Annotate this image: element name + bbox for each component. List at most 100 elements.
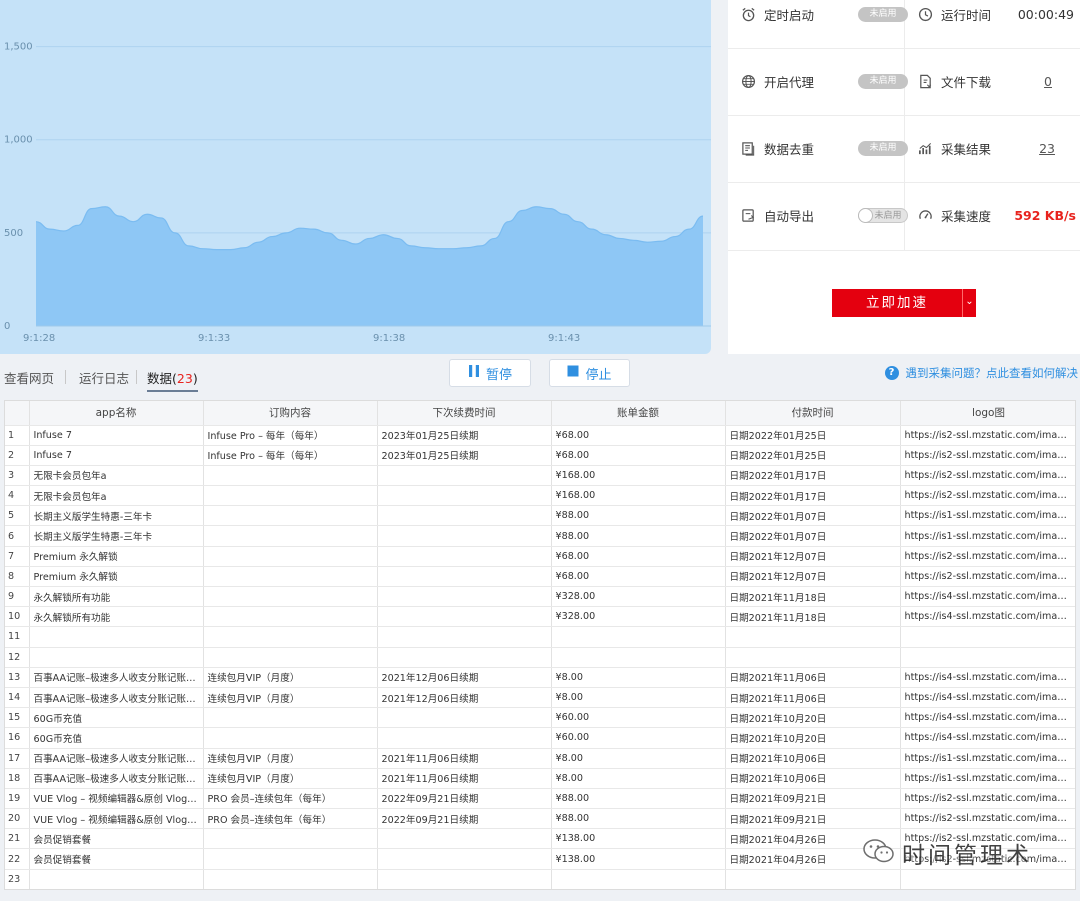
- data-table: app名称 订购内容 下次续费时间 账单金额 付款时间 logo图 1 Infuse 7 In…: [5, 401, 1075, 889]
- row-index: 2: [5, 445, 30, 466]
- table-cell: [377, 525, 552, 547]
- table-cell: 日期2021年11月18日: [725, 606, 901, 628]
- table-cell: [377, 505, 552, 527]
- table-row[interactable]: 10 永久解锁所有功能 ¥328.00 日期2021年11月18日 https://is…: [5, 606, 1075, 628]
- scheduled-start-setting[interactable]: 定时启动 未启用: [740, 0, 908, 48]
- dedupe-badge[interactable]: 未启用: [858, 141, 908, 156]
- speedometer-icon: [917, 208, 933, 224]
- boost-dropdown-button[interactable]: ⌄: [962, 289, 976, 317]
- tab-data-count: 23: [176, 371, 193, 386]
- table-row[interactable]: 6 长期主义版学生特惠-三年卡 ¥88.00 日期2022年01月07日 https:/…: [5, 525, 1075, 547]
- proxy-badge[interactable]: 未启用: [858, 74, 908, 89]
- table-cell: [551, 626, 726, 648]
- table-row[interactable]: 4 无限卡会员包年a ¥168.00 日期2022年01月17日 https://is2…: [5, 485, 1075, 507]
- table-row[interactable]: 5 长期主义版学生特惠-三年卡 ¥88.00 日期2022年01月07日 https:/…: [5, 505, 1075, 527]
- column-header[interactable]: 付款时间: [725, 401, 901, 426]
- row-index: 21: [5, 828, 30, 850]
- table-cell: 2021年12月06日续期: [377, 687, 552, 709]
- auto-export-label: 自动导出: [764, 209, 815, 224]
- table-row[interactable]: 8 Premium 永久解锁 ¥68.00 日期2021年12月07日 https://…: [5, 566, 1075, 588]
- table-cell: 60G币充值: [29, 707, 204, 729]
- table-row[interactable]: 13 百事AA记账–极速多人收支分账记账App 连续包月VIP（月度） 2021年12…: [5, 667, 1075, 688]
- column-header[interactable]: logo图: [900, 401, 1075, 426]
- column-header[interactable]: 订购内容: [203, 401, 378, 426]
- tab-run-log[interactable]: 运行日志: [79, 368, 129, 387]
- table-row[interactable]: 16 60G币充值 ¥60.00 日期2021年10月20日 https://is4-s…: [5, 727, 1075, 749]
- table-cell: 无限卡会员包年a: [29, 485, 204, 507]
- row-index: 15: [5, 707, 30, 729]
- table-cell: ¥8.00: [551, 748, 726, 769]
- auto-export-setting[interactable]: 自动导出 未启用: [740, 182, 908, 249]
- tab-data-label: 数据: [147, 371, 173, 386]
- table-cell: 日期2022年01月07日: [725, 505, 901, 527]
- y-tick-label: 500: [4, 228, 23, 239]
- table-cell: [203, 626, 378, 648]
- row-index: 18: [5, 768, 30, 789]
- dedupe-icon: [740, 141, 756, 157]
- table-row[interactable]: 12: [5, 647, 1075, 668]
- column-header[interactable]: [5, 401, 30, 426]
- tab-data[interactable]: 数据(23): [147, 368, 198, 392]
- run-time-stat: 运行时间 00:00:49: [917, 0, 1080, 48]
- table-cell: [377, 586, 552, 608]
- stop-button[interactable]: 停止: [549, 359, 630, 387]
- table-cell: https://is1-ssl.mzstatic.com/image/thumb…: [900, 505, 1075, 527]
- table-row[interactable]: 7 Premium 永久解锁 ¥68.00 日期2021年12月07日 https://…: [5, 546, 1075, 567]
- table-cell: [203, 869, 378, 889]
- column-header[interactable]: 账单金额: [551, 401, 726, 426]
- dedupe-setting[interactable]: 数据去重 未启用: [740, 115, 908, 182]
- table-row[interactable]: 19 VUE Vlog – 视频编辑器&原创 Vlog 社区 PRO 会员–连续包年…: [5, 788, 1075, 810]
- x-tick-label: 9:1:38: [373, 333, 405, 344]
- table-row[interactable]: 17 百事AA记账–极速多人收支分账记账App 连续包月VIP（月度） 2021年11…: [5, 748, 1075, 769]
- table-cell: [377, 566, 552, 588]
- table-cell: 连续包月VIP（月度）: [203, 748, 378, 769]
- results-value[interactable]: 23: [1039, 141, 1055, 156]
- table-row[interactable]: 15 60G币充值 ¥60.00 日期2021年10月20日 https://is4-s…: [5, 707, 1075, 729]
- table-cell: 2022年09月21日续期: [377, 788, 552, 810]
- proxy-setting[interactable]: 开启代理 未启用: [740, 48, 908, 115]
- scheduled-start-badge[interactable]: 未启用: [858, 7, 908, 22]
- table-cell: 2021年11月06日续期: [377, 748, 552, 769]
- table-row[interactable]: 23: [5, 869, 1075, 889]
- table-cell: 日期2021年10月06日: [725, 768, 901, 789]
- table-row[interactable]: 14 百事AA记账–极速多人收支分账记账App 连续包月VIP（月度） 2021年12…: [5, 687, 1075, 709]
- table-row[interactable]: 2 Infuse 7 Infuse Pro – 每年（每年） 2023年01月25日续…: [5, 445, 1075, 466]
- table-cell: [377, 727, 552, 749]
- table-cell: [725, 869, 901, 889]
- table-cell: 日期2022年01月25日: [725, 445, 901, 466]
- table-cell: ¥60.00: [551, 707, 726, 729]
- table-cell: Premium 永久解锁: [29, 566, 204, 588]
- table-cell: Infuse Pro – 每年（每年）: [203, 445, 378, 466]
- watermark-text: 时间管理术: [902, 843, 1032, 869]
- table-cell: [377, 485, 552, 507]
- row-index: 20: [5, 808, 30, 830]
- tab-view-page[interactable]: 查看网页: [4, 368, 54, 387]
- table-row[interactable]: 20 VUE Vlog – 视频编辑器&原创 Vlog 社区 PRO 会员–连续包年…: [5, 808, 1075, 830]
- file-download-value[interactable]: 0: [1044, 74, 1052, 89]
- table-cell: [203, 485, 378, 507]
- table-cell: ¥168.00: [551, 485, 726, 507]
- table-row[interactable]: 11: [5, 626, 1075, 648]
- table-cell: [203, 707, 378, 729]
- pause-button[interactable]: 暂停: [449, 359, 531, 387]
- table-row[interactable]: 1 Infuse 7 Infuse Pro – 每年（每年） 2023年01月25日续…: [5, 425, 1075, 446]
- table-cell: 会员促销套餐: [29, 828, 204, 850]
- table-cell: [377, 647, 552, 668]
- help-link[interactable]: ? 遇到采集问题？点此查看如何解决: [884, 365, 1078, 381]
- table-cell: [29, 626, 204, 648]
- data-table-container[interactable]: app名称 订购内容 下次续费时间 账单金额 付款时间 logo图 1 Infuse 7 In…: [4, 400, 1076, 890]
- row-index: 5: [5, 505, 30, 527]
- table-cell: 日期2022年01月25日: [725, 425, 901, 446]
- column-header[interactable]: app名称: [29, 401, 204, 426]
- table-cell: [377, 546, 552, 567]
- stop-label: 停止: [585, 367, 612, 383]
- row-index: 1: [5, 425, 30, 446]
- row-index: 14: [5, 687, 30, 709]
- boost-button[interactable]: 立即加速: [832, 289, 962, 317]
- auto-export-toggle[interactable]: 未启用: [858, 208, 908, 223]
- table-row[interactable]: 18 百事AA记账–极速多人收支分账记账App 连续包月VIP（月度） 2021年11…: [5, 768, 1075, 789]
- table-row[interactable]: 9 永久解锁所有功能 ¥328.00 日期2021年11月18日 https://is4…: [5, 586, 1075, 608]
- table-cell: https://is2-ssl.mzstatic.com/image/thumb…: [900, 465, 1075, 487]
- column-header[interactable]: 下次续费时间: [377, 401, 552, 426]
- table-row[interactable]: 3 无限卡会员包年a ¥168.00 日期2022年01月17日 https://is2…: [5, 465, 1075, 487]
